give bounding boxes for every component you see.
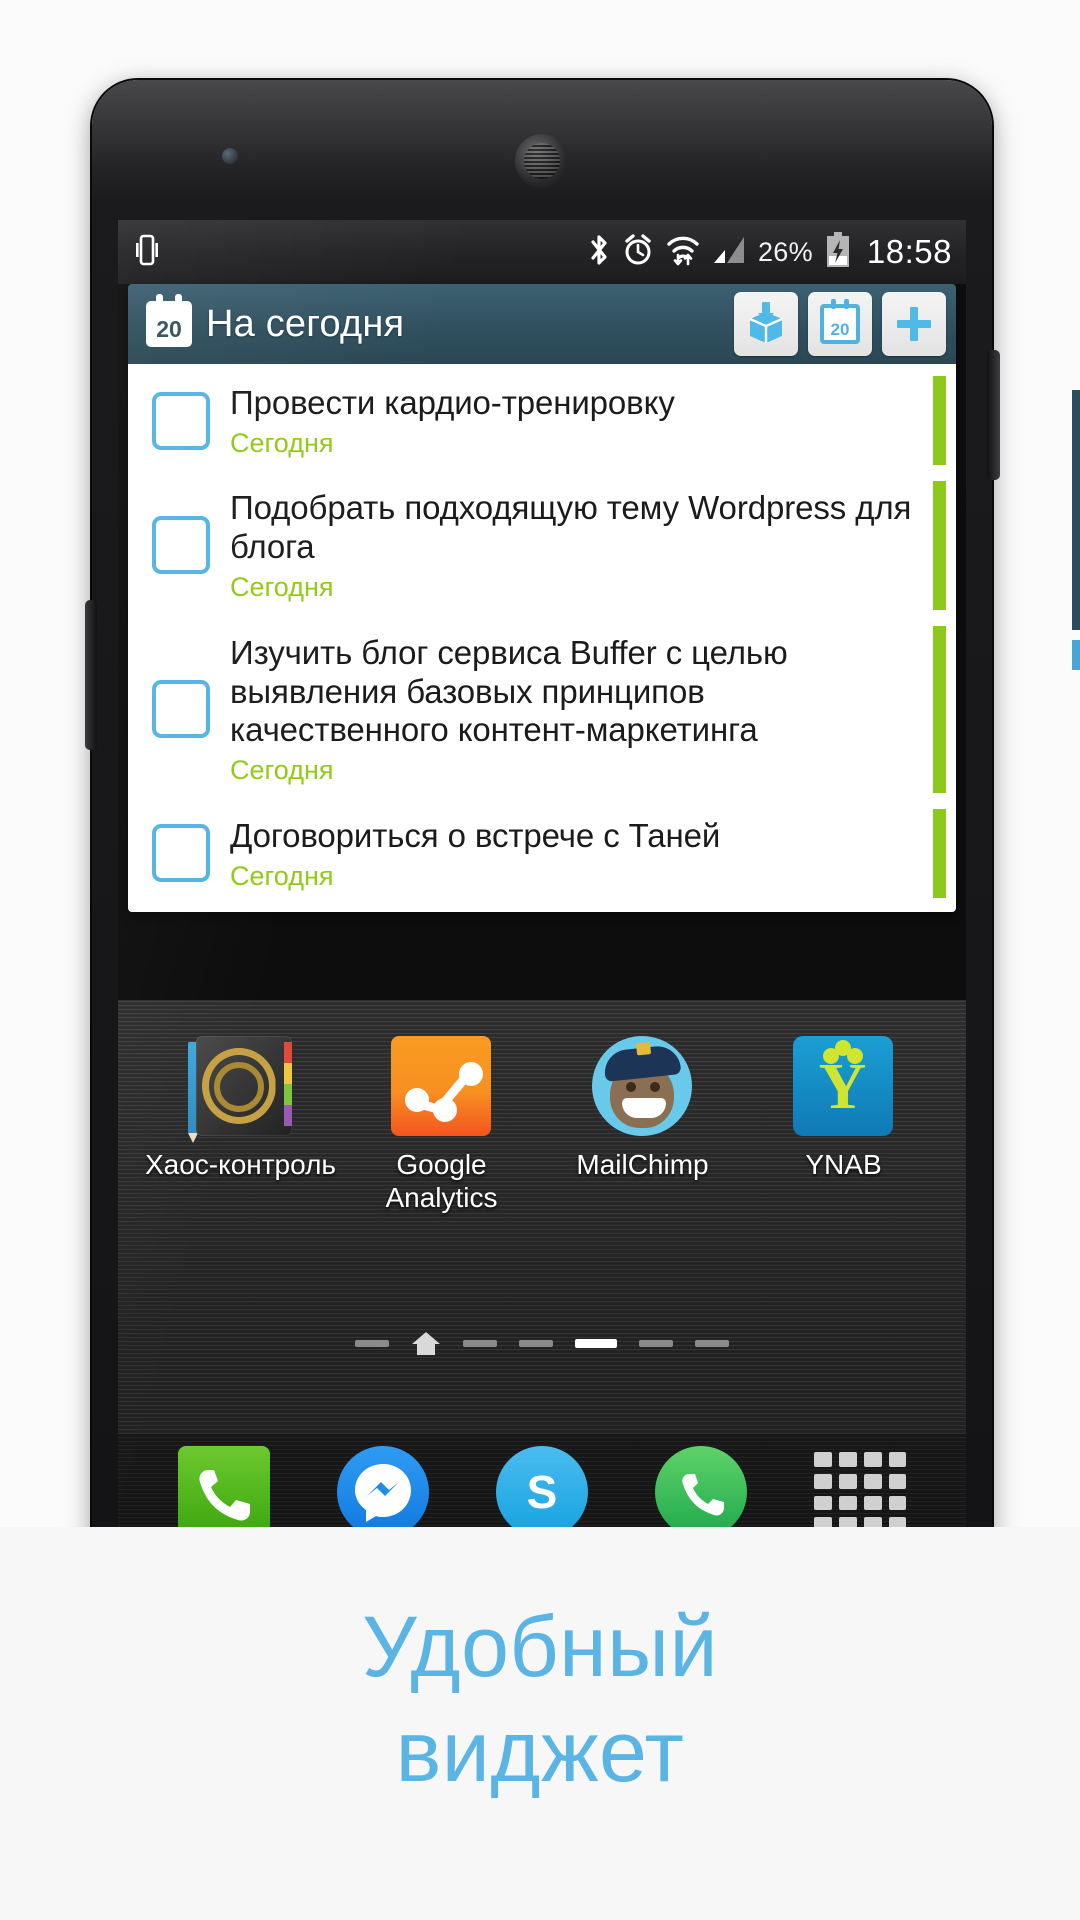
caption-line-1: Удобный <box>361 1599 719 1695</box>
chaos-control-icon <box>187 1036 292 1143</box>
page-indicator[interactable] <box>118 1330 966 1356</box>
task-content: Подобрать подходящую тему Wordpress для … <box>230 487 916 603</box>
app-label: Хаос-контроль <box>144 1149 337 1180</box>
app-label: MailChimp <box>576 1149 709 1180</box>
mailchimp-icon <box>591 1036 694 1138</box>
dock-slot[interactable]: S <box>462 1446 621 1527</box>
ynab-icon: Y <box>792 1036 895 1138</box>
task-content: Изучить блог сервиса Buffer с целью выяв… <box>230 632 916 787</box>
task-title: Договориться о встрече с Таней <box>230 816 721 854</box>
earpiece-speaker <box>515 134 569 188</box>
add-task-button[interactable] <box>882 292 946 356</box>
status-bar-right: 26% 18:58 <box>588 231 952 273</box>
power-button <box>987 350 1000 480</box>
task-checkbox[interactable] <box>152 391 210 450</box>
widget-header: 20 На сегодня 20 <box>128 284 956 364</box>
google-analytics-icon <box>390 1036 493 1138</box>
photo-edge-artifact <box>1072 640 1080 670</box>
photo-edge-artifact <box>1072 390 1080 630</box>
dock-slot[interactable] <box>781 1446 940 1527</box>
app-shortcut-chaos-control[interactable]: Хаос-контроль <box>140 1036 341 1214</box>
app-shortcut-mailchimp[interactable]: MailChimp <box>542 1036 743 1214</box>
signal-icon <box>712 235 746 270</box>
task-due-label: Сегодня <box>230 860 334 891</box>
volume-button <box>85 600 97 750</box>
page-dot[interactable] <box>355 1339 389 1347</box>
task-due-label: Сегодня <box>230 572 334 603</box>
dock-slot[interactable] <box>144 1446 303 1527</box>
android-status-bar: 26% 18:58 <box>118 220 966 284</box>
dock-slot[interactable] <box>303 1446 462 1527</box>
task-row[interactable]: Договориться о встрече с Таней Сегодня <box>128 801 956 906</box>
inbox-button[interactable] <box>734 292 798 356</box>
calendar-icon: 20 <box>820 299 860 344</box>
alarm-icon <box>622 233 654 272</box>
task-priority-bar <box>933 625 946 793</box>
today-button-day-label: 20 <box>830 320 850 339</box>
proximity-sensor-icon <box>222 148 238 164</box>
task-title: Провести кардио-тренировку <box>230 384 675 421</box>
app-grid: Хаос-контроль Google Analytics MailChimp… <box>118 1000 966 1214</box>
dock: S <box>118 1434 966 1527</box>
task-content: Провести кардио-тренировку Сегодня <box>230 382 916 459</box>
task-content: Договориться о встрече с Таней Сегодня <box>230 815 916 892</box>
screenshot-root: 26% 18:58 20 На сегодня 20 Провести кард… <box>0 0 1080 1920</box>
task-checkbox[interactable] <box>152 680 210 739</box>
calendar-icon: 20 <box>146 294 192 347</box>
task-row[interactable]: Изучить блог сервиса Buffer с целью выяв… <box>128 618 956 801</box>
phone-device: 26% 18:58 20 На сегодня 20 Провести кард… <box>85 80 1000 1527</box>
app-label: Google Analytics <box>385 1149 498 1214</box>
page-dot[interactable] <box>519 1339 553 1347</box>
task-checkbox[interactable] <box>152 516 210 575</box>
android-home-screen: Хаос-контроль Google Analytics MailChimp… <box>118 1000 966 1527</box>
app-label: YNAB <box>805 1149 882 1180</box>
battery-charging-icon <box>825 231 851 273</box>
widget-title: На сегодня <box>206 302 405 345</box>
task-priority-bar <box>933 376 946 466</box>
task-title: Изучить блог сервиса Buffer с целью выяв… <box>230 633 788 749</box>
widget-header-buttons: 20 <box>734 292 946 356</box>
task-priority-bar <box>933 808 946 899</box>
app-shortcut-ynab[interactable]: Y YNAB <box>743 1036 944 1214</box>
inbox-icon <box>749 302 783 343</box>
task-due-label: Сегодня <box>230 427 334 458</box>
task-title: Подобрать подходящую тему Wordpress для … <box>230 489 912 566</box>
messenger-icon[interactable] <box>336 1446 429 1527</box>
caption-area: Удобный виджет <box>0 1527 1080 1920</box>
page-dot-active[interactable] <box>575 1338 617 1348</box>
widget-task-list[interactable]: Провести кардио-тренировку Сегодня Подоб… <box>128 364 956 913</box>
task-row[interactable]: Подобрать подходящую тему Wordpress для … <box>128 473 956 617</box>
page-dot[interactable] <box>639 1339 673 1347</box>
clock-label: 18:58 <box>866 233 952 270</box>
dock-slot[interactable] <box>622 1446 781 1527</box>
caption-line-2: виджет <box>395 1703 685 1800</box>
status-bar-left <box>136 234 158 271</box>
plus-icon <box>897 307 931 341</box>
home-icon[interactable] <box>411 1330 441 1356</box>
wifi-icon <box>666 233 700 272</box>
task-priority-bar <box>933 481 946 610</box>
page-dot[interactable] <box>695 1339 729 1347</box>
task-due-label: Сегодня <box>230 755 334 786</box>
device-photo-area: 26% 18:58 20 На сегодня 20 Провести кард… <box>0 0 1080 1527</box>
page-dot[interactable] <box>463 1339 497 1347</box>
battery-percent-label: 26% <box>757 236 813 267</box>
today-button[interactable]: 20 <box>808 292 872 356</box>
app-shortcut-google-analytics[interactable]: Google Analytics <box>341 1036 542 1214</box>
whatsapp-icon[interactable] <box>655 1446 748 1527</box>
task-checkbox[interactable] <box>152 824 210 883</box>
svg-text:S: S <box>527 1466 558 1518</box>
bluetooth-icon <box>588 233 610 272</box>
vibrate-icon <box>136 234 158 271</box>
phone-icon[interactable] <box>177 1446 270 1527</box>
calendar-day-label: 20 <box>156 316 182 342</box>
today-widget: 20 На сегодня 20 Провести кардио-трениро… <box>128 284 956 913</box>
task-row[interactable]: Провести кардио-тренировку Сегодня <box>128 368 956 473</box>
phone-screen: 26% 18:58 20 На сегодня 20 Провести кард… <box>118 220 966 1527</box>
skype-icon[interactable]: S <box>496 1446 588 1527</box>
grid-icon[interactable] <box>814 1446 907 1527</box>
